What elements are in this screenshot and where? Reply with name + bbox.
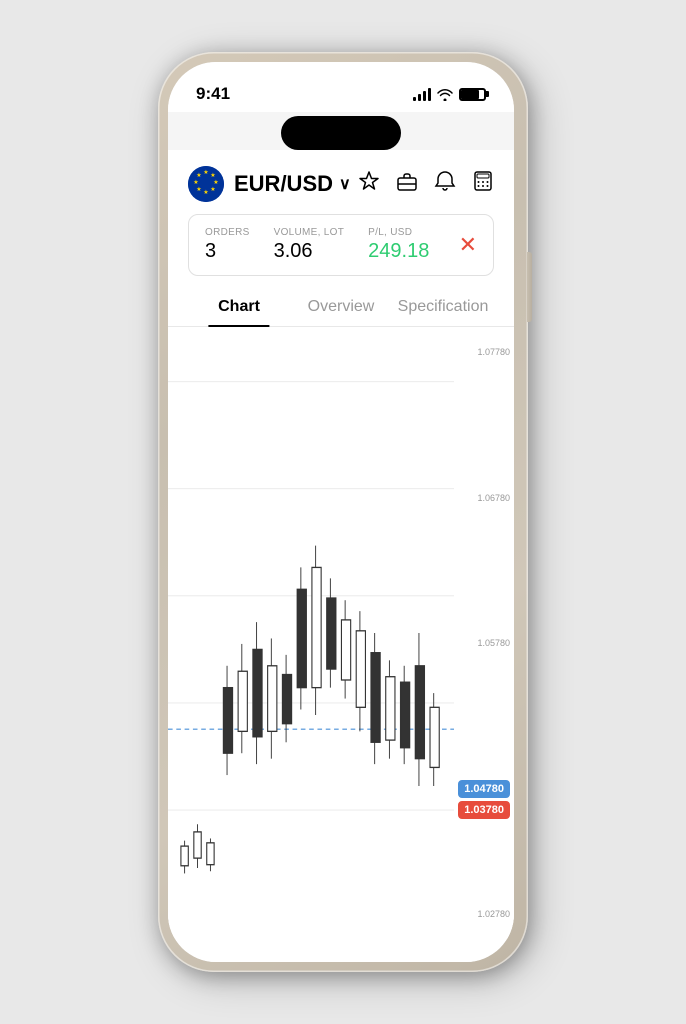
svg-text:★: ★ (196, 172, 201, 179)
app-header: ★ ★ ★ ★ ★ ★ ★ ★ EUR/USD (168, 150, 514, 214)
stats-row: ORDERS 3 VOLUME, LOT 3.06 P/L, USD 249.1… (188, 214, 494, 276)
price-label-2: 1.06780 (458, 493, 510, 503)
price-label-3: 1.05780 (458, 638, 510, 648)
svg-text:★: ★ (210, 172, 215, 179)
orders-stat: ORDERS 3 (205, 227, 250, 263)
currency-selector[interactable]: ★ ★ ★ ★ ★ ★ ★ ★ EUR/USD (188, 166, 351, 202)
currency-pair-title[interactable]: EUR/USD ∨ (234, 171, 351, 197)
battery-icon (459, 88, 486, 101)
star-icon[interactable] (358, 170, 380, 198)
tab-specification[interactable]: Specification (392, 288, 494, 326)
svg-text:★: ★ (203, 169, 208, 176)
volume-label: VOLUME, LOT (274, 227, 345, 238)
briefcase-icon[interactable] (396, 170, 418, 198)
pl-label: P/L, USD (368, 227, 429, 238)
price-label-1: 1.07780 (458, 347, 510, 357)
status-time: 9:41 (196, 84, 230, 104)
side-button[interactable] (527, 252, 532, 322)
orders-value: 3 (205, 240, 250, 263)
phone-frame: 9:41 (158, 52, 528, 972)
candlestick-chart[interactable] (168, 327, 454, 939)
calculator-icon[interactable] (472, 170, 494, 198)
svg-text:★: ★ (213, 179, 218, 186)
ask-price-label: 1.03780 (458, 801, 510, 819)
status-bar: 9:41 (168, 62, 514, 112)
chevron-down-icon: ∨ (339, 174, 351, 194)
flag-icon: ★ ★ ★ ★ ★ ★ ★ ★ (188, 166, 224, 202)
phone-screen: 9:41 (168, 62, 514, 962)
orders-label: ORDERS (205, 227, 250, 238)
svg-text:★: ★ (203, 189, 208, 196)
pl-stat: P/L, USD 249.18 (368, 227, 429, 263)
volume-stat: VOLUME, LOT 3.06 (274, 227, 345, 263)
close-button[interactable]: ✕ (459, 232, 477, 258)
svg-text:★: ★ (196, 186, 201, 193)
bottom-price-label: 1.02780 (477, 909, 510, 919)
tab-overview[interactable]: Overview (290, 288, 392, 326)
status-icons (413, 87, 486, 101)
header-actions (358, 170, 494, 198)
bid-ask-labels: 1.04780 1.03780 (458, 780, 510, 819)
svg-text:★: ★ (210, 186, 215, 193)
pl-value: 249.18 (368, 240, 429, 263)
stats-items: ORDERS 3 VOLUME, LOT 3.06 P/L, USD 249.1… (205, 227, 429, 263)
bell-icon[interactable] (434, 170, 456, 198)
tab-chart[interactable]: Chart (188, 288, 290, 326)
dynamic-island (281, 116, 401, 150)
bid-price-label: 1.04780 (458, 780, 510, 798)
chart-area: 1.07780 1.06780 1.05780 1.04780 1.03780 … (168, 327, 514, 939)
price-labels: 1.07780 1.06780 1.05780 (454, 327, 514, 939)
signal-icon (413, 87, 431, 101)
wifi-icon (437, 88, 453, 100)
screen-content: ★ ★ ★ ★ ★ ★ ★ ★ EUR/USD (168, 150, 514, 962)
svg-text:★: ★ (193, 179, 198, 186)
tab-bar: Chart Overview Specification (168, 288, 514, 327)
volume-value: 3.06 (274, 240, 345, 263)
